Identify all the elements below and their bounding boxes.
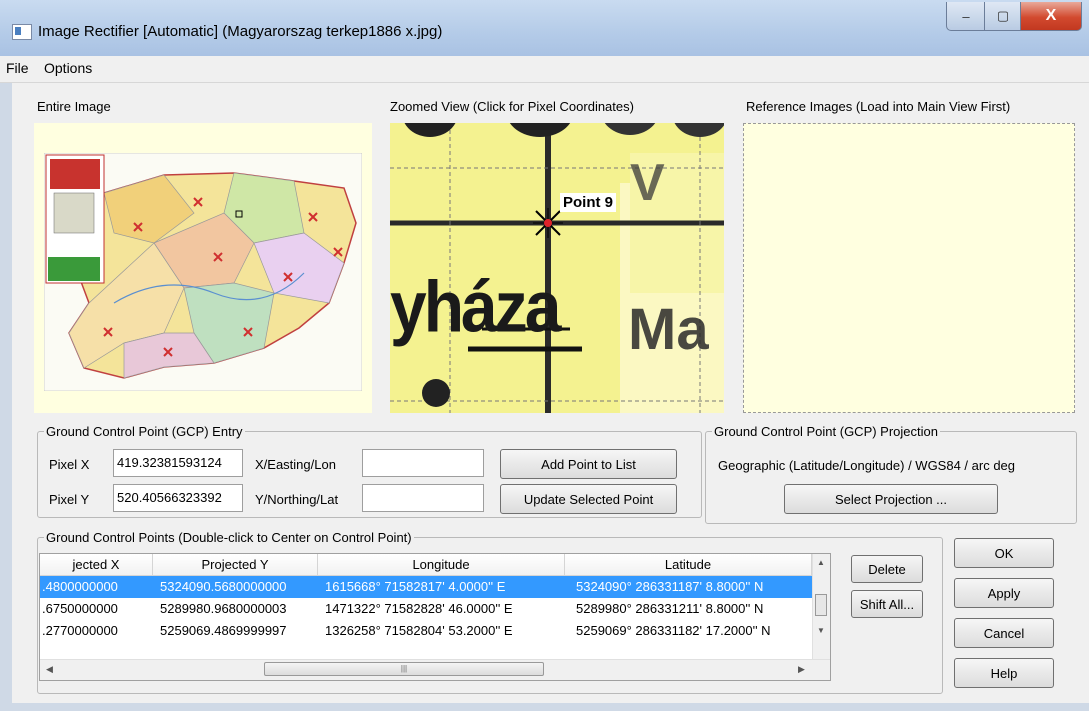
- easting-field[interactable]: [362, 449, 484, 477]
- cell-projected-x: .4800000000: [42, 579, 118, 594]
- horizontal-scroll-thumb[interactable]: |||: [264, 662, 544, 676]
- cell-projected-x: .2770000000: [42, 623, 118, 638]
- vertical-scrollbar[interactable]: ▲ ▼: [812, 554, 830, 660]
- column-header-latitude[interactable]: Latitude: [565, 554, 812, 576]
- zoomed-map-text-right: Ma: [628, 297, 709, 362]
- pixel-y-field[interactable]: 520.40566323392: [113, 484, 243, 512]
- map-thumbnail: [44, 153, 362, 391]
- menu-bar: File Options: [0, 56, 1089, 83]
- reference-images-panel[interactable]: [743, 123, 1075, 413]
- menu-options[interactable]: Options: [44, 60, 92, 76]
- cell-latitude: 5324090° 286331187' 8.8000'' N: [576, 579, 764, 594]
- entire-image-panel[interactable]: [34, 123, 372, 413]
- add-point-button[interactable]: Add Point to List: [500, 449, 677, 479]
- minimize-button[interactable]: –: [946, 2, 986, 31]
- cell-projected-x: .6750000000: [42, 601, 118, 616]
- table-row[interactable]: .6750000000 5289980.9680000003 1471322° …: [40, 598, 812, 620]
- cell-latitude: 5259069° 286331182' 17.2000'' N: [576, 623, 771, 638]
- close-button[interactable]: X: [1020, 2, 1082, 31]
- ok-button[interactable]: OK: [954, 538, 1054, 568]
- easting-label: X/Easting/Lon: [255, 457, 336, 472]
- column-header-projected-x[interactable]: jected X: [40, 554, 153, 576]
- delete-button[interactable]: Delete: [851, 555, 923, 583]
- gcp-entry-legend: Ground Control Point (GCP) Entry: [46, 424, 243, 439]
- cell-projected-y: 5259069.4869999997: [160, 623, 287, 638]
- cell-projected-y: 5289980.9680000003: [160, 601, 287, 616]
- entire-image-label: Entire Image: [37, 99, 111, 114]
- zoomed-map-text: yháza: [390, 265, 561, 347]
- pixel-x-field[interactable]: 419.32381593124: [113, 449, 243, 477]
- gcp-projection-legend: Ground Control Point (GCP) Projection: [714, 424, 938, 439]
- maximize-button[interactable]: ▢: [984, 2, 1022, 31]
- table-row[interactable]: .4800000000 5324090.5680000000 1615668° …: [40, 576, 812, 598]
- zoomed-view-panel[interactable]: yháza Ma V Point 9: [390, 123, 724, 413]
- pixel-x-label: Pixel X: [49, 457, 90, 472]
- projection-value: Geographic (Latitude/Longitude) / WGS84 …: [718, 458, 1016, 473]
- horizontal-scrollbar[interactable]: ◀ ||| ▶: [40, 659, 830, 680]
- help-button[interactable]: Help: [954, 658, 1054, 688]
- scroll-down-icon[interactable]: ▼: [817, 626, 825, 635]
- vertical-scroll-thumb[interactable]: [815, 594, 827, 616]
- scroll-up-icon[interactable]: ▲: [817, 558, 825, 567]
- control-point-marker-icon: [533, 208, 563, 238]
- shift-all-button[interactable]: Shift All...: [851, 590, 923, 618]
- gcp-table[interactable]: jected X Projected Y Longitude Latitude …: [39, 553, 831, 681]
- cell-latitude: 5289980° 286331211' 8.8000'' N: [576, 601, 764, 616]
- zoomed-view-label: Zoomed View (Click for Pixel Coordinates…: [390, 99, 634, 114]
- scroll-right-icon[interactable]: ▶: [798, 664, 805, 675]
- northing-field[interactable]: [362, 484, 484, 512]
- maximize-icon: ▢: [996, 8, 1010, 23]
- window-title: Image Rectifier [Automatic] (Magyarorsza…: [38, 23, 443, 40]
- point-label: Point 9: [560, 193, 617, 212]
- title-bar[interactable]: Image Rectifier [Automatic] (Magyarorsza…: [0, 0, 1089, 56]
- update-point-button[interactable]: Update Selected Point: [500, 484, 677, 514]
- app-icon: [12, 24, 32, 40]
- cancel-button[interactable]: Cancel: [954, 618, 1054, 648]
- cell-projected-y: 5324090.5680000000: [160, 579, 287, 594]
- column-header-projected-y[interactable]: Projected Y: [153, 554, 318, 576]
- gcp-list-legend: Ground Control Points (Double-click to C…: [46, 530, 412, 545]
- close-icon: X: [1045, 7, 1057, 24]
- zoomed-map-text-faint: V: [630, 154, 665, 212]
- select-projection-button[interactable]: Select Projection ...: [784, 484, 998, 514]
- cell-longitude: 1326258° 71582804' 53.2000'' E: [325, 623, 513, 638]
- cell-longitude: 1615668° 71582817' 4.0000'' E: [325, 579, 506, 594]
- table-row[interactable]: .2770000000 5259069.4869999997 1326258° …: [40, 620, 812, 642]
- apply-button[interactable]: Apply: [954, 578, 1054, 608]
- dialog-body: Entire Image Zoomed View (Click for Pixe…: [12, 83, 1089, 703]
- reference-images-label: Reference Images (Load into Main View Fi…: [746, 99, 1011, 114]
- menu-file[interactable]: File: [6, 60, 29, 76]
- cell-longitude: 1471322° 71582828' 46.0000'' E: [325, 601, 513, 616]
- northing-label: Y/Northing/Lat: [255, 492, 339, 507]
- scroll-left-icon[interactable]: ◀: [46, 664, 53, 675]
- pixel-y-label: Pixel Y: [49, 492, 90, 507]
- minimize-icon: –: [962, 8, 970, 24]
- column-header-longitude[interactable]: Longitude: [318, 554, 565, 576]
